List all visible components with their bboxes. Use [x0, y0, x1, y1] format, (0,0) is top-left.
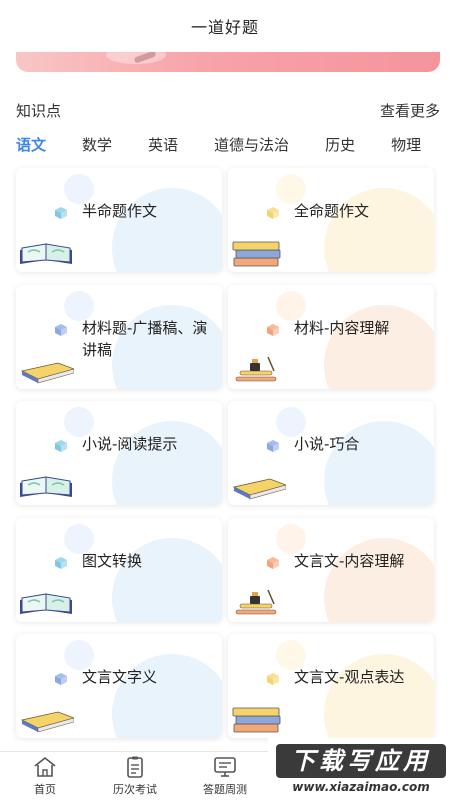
cube-icon: [55, 440, 67, 452]
closed-book-icon: [20, 362, 74, 383]
cube-icon: [55, 556, 67, 569]
tab-history[interactable]: 历史: [325, 134, 355, 155]
tab-english[interactable]: 英语: [148, 134, 178, 155]
cube-icon: [55, 323, 67, 336]
open-book-icon: [20, 476, 72, 497]
clipboard-icon: [127, 756, 143, 778]
cube-icon: [267, 323, 279, 336]
card-title: 材料-内容理解: [294, 318, 390, 337]
card-title: 半命题作文: [82, 202, 158, 220]
topic-card[interactable]: 半命题作文: [16, 168, 222, 272]
cube-icon: [55, 207, 67, 219]
topic-card[interactable]: 图文转换: [16, 517, 222, 622]
closed-book-icon: [232, 478, 286, 500]
topic-card[interactable]: 文言文-内容理解: [228, 517, 434, 622]
tab-morality-law[interactable]: 道德与法治: [214, 134, 289, 155]
page-title: 一道好题: [190, 18, 259, 37]
closed-book-icon: [20, 711, 74, 733]
banner[interactable]: [16, 52, 440, 72]
card-title: 文言文-观点表达: [294, 668, 405, 686]
open-book-icon: [20, 592, 72, 614]
card-title: 全命题作文: [294, 202, 370, 220]
topic-card[interactable]: 材料-内容理解: [228, 284, 434, 389]
book-stack-icon: [232, 707, 281, 733]
topic-card[interactable]: 小说-巧合: [228, 401, 434, 505]
watermark-url: www.xiazaimao.com: [292, 780, 430, 794]
ink-bottle-icon: [235, 589, 277, 614]
nav-weekly-test[interactable]: 答题周测: [180, 752, 270, 800]
tab-physics[interactable]: 物理: [391, 134, 421, 155]
topic-card[interactable]: 文言文-观点表达: [228, 634, 434, 738]
topic-card[interactable]: 小说-阅读提示: [16, 401, 222, 505]
cube-icon: [267, 440, 279, 452]
nav-label: 历次考试: [113, 783, 157, 796]
view-more-link[interactable]: 查看更多: [380, 100, 440, 121]
cube-icon: [267, 673, 279, 685]
nav-label: 答题周测: [203, 783, 247, 796]
nav-home[interactable]: 首页: [0, 752, 90, 800]
watermark: 下载写应用 www.xiazaimao.com: [268, 738, 450, 800]
topic-card[interactable]: 全命题作文: [228, 168, 434, 272]
card-title: 图文转换: [82, 551, 143, 570]
nav-label: 首页: [34, 783, 56, 796]
topic-card[interactable]: 文言文字义: [16, 634, 222, 738]
ink-bottle-icon: [235, 356, 277, 381]
knowledge-label: 知识点: [16, 101, 62, 120]
watermark-text: 下载写应用: [276, 744, 446, 778]
nav-exams[interactable]: 历次考试: [90, 752, 180, 800]
card-title: 文言文-内容理解: [294, 551, 405, 570]
knowledge-header: 知识点 查看更多: [16, 98, 440, 122]
subject-tabs: 语文 数学 英语 道德与法治 历史 物理: [16, 130, 450, 158]
cube-icon: [267, 556, 279, 569]
topic-card[interactable]: 材料题-广播稿、演讲稿: [16, 284, 222, 389]
tab-math[interactable]: 数学: [82, 134, 112, 155]
cube-icon: [267, 207, 279, 219]
book-stack-icon: [232, 241, 281, 267]
card-title: 材料题-广播稿、演讲稿: [82, 318, 208, 359]
tab-chinese[interactable]: 语文: [16, 134, 46, 155]
cube-icon: [55, 673, 67, 685]
open-book-icon: [20, 243, 72, 264]
card-title: 小说-阅读提示: [82, 435, 178, 453]
top-bar: 一道好题: [0, 0, 450, 52]
monitor-icon: [214, 757, 236, 777]
card-title: 文言文字义: [82, 668, 158, 686]
home-icon: [34, 756, 56, 777]
card-title: 小说-巧合: [294, 435, 360, 453]
